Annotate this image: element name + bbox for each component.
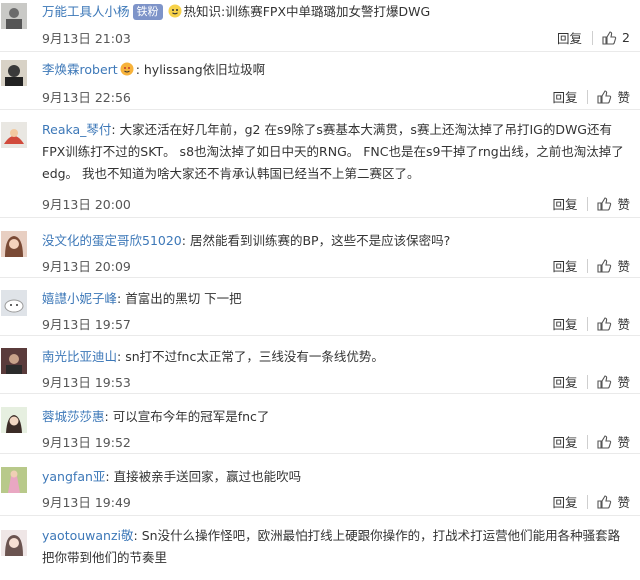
like-label: 赞 [617, 317, 630, 332]
divider [587, 258, 589, 273]
avatar[interactable] [1, 348, 27, 374]
avatar[interactable] [1, 290, 27, 316]
reply-button[interactable]: 回复 [552, 314, 577, 333]
thumbs-up-icon [597, 258, 612, 273]
like-label: 赞 [617, 90, 630, 105]
avatar[interactable] [1, 530, 27, 556]
comment-text: 热知识:训练赛FPX中单璐璐加女警打爆DWG [183, 4, 431, 19]
comment-time: 9月13日 19:49 [42, 495, 131, 510]
username[interactable]: 没文化的蛋定哥欣51020 [42, 233, 182, 248]
username[interactable]: 蓉城莎莎惠 [42, 409, 105, 424]
like-button[interactable]: 赞 [596, 87, 630, 106]
like-button[interactable]: 2 [601, 30, 630, 46]
avatar[interactable] [1, 467, 27, 493]
comment-item: 蓉城莎莎惠: 可以宣布今年的冠军是fnc了 9月13日 19:52 回复 赞 [0, 394, 640, 454]
comment-time: 9月13日 21:03 [42, 31, 131, 46]
comment-text: 首富出的黑切 下一把 [125, 291, 242, 306]
reply-button[interactable]: 回复 [552, 87, 577, 106]
username[interactable]: 李焕霖robert [42, 62, 118, 77]
divider [587, 374, 589, 389]
thumbs-up-icon [597, 89, 612, 104]
comment-text: hylissang依旧垃圾啊 [143, 62, 266, 77]
reply-button[interactable]: 回复 [552, 432, 577, 451]
comment-item: 李焕霖robert: hylissang依旧垃圾啊 9月13日 22:56 回复… [0, 52, 640, 110]
divider [592, 30, 594, 45]
comment-time: 9月13日 20:00 [42, 197, 131, 212]
comment-item: 万能工具人小杨 铁粉 热知识:训练赛FPX中单璐璐加女警打爆DWG 9月13日 21… [0, 0, 640, 52]
comment-item: yaotouwanzi敬: Sn没什么操作怪吧，欧洲最怕打线上硬跟你操作的，打战… [0, 516, 640, 580]
reply-button[interactable]: 回复 [557, 28, 582, 47]
like-button[interactable]: 赞 [596, 492, 630, 511]
comment-text: 可以宣布今年的冠军是fnc了 [112, 409, 270, 424]
reply-button[interactable]: 回复 [552, 256, 577, 275]
username[interactable]: yaotouwanzi敬 [42, 528, 134, 543]
divider [587, 89, 589, 104]
comment-item: 嬉譿小妮子峰: 首富出的黑切 下一把 9月13日 19:57 回复 赞 [0, 278, 640, 336]
like-button[interactable]: 赞 [596, 194, 630, 213]
like-label: 赞 [617, 375, 630, 390]
username[interactable]: 南光比亚迪山 [42, 349, 117, 364]
comment-text: sn打不过fnc太正常了，三线没有一条线优势。 [125, 349, 384, 364]
like-label: 赞 [617, 435, 630, 450]
smiley-emoji-icon [120, 61, 134, 76]
divider [587, 196, 589, 211]
comment-time: 9月13日 19:53 [42, 375, 131, 390]
divider [587, 434, 589, 449]
like-button[interactable]: 赞 [596, 432, 630, 451]
comment-item: 南光比亚迪山: sn打不过fnc太正常了，三线没有一条线优势。 9月13日 19… [0, 336, 640, 394]
fan-badge: 铁粉 [132, 4, 163, 20]
comment-time: 9月13日 19:57 [42, 317, 131, 332]
like-label: 赞 [617, 259, 630, 274]
username[interactable]: Reaka_琴付 [42, 122, 111, 137]
thumbs-up-icon [602, 30, 617, 45]
thumbs-up-icon [597, 494, 612, 509]
reply-button[interactable]: 回复 [552, 194, 577, 213]
like-count: 2 [622, 30, 630, 45]
avatar[interactable] [1, 60, 27, 86]
comment-item: Reaka_琴付: 大家还活在好几年前，g2 在s9除了s赛基本大满贯，s赛上还… [0, 110, 640, 218]
username[interactable]: yangfan亚 [42, 469, 105, 484]
comment-time: 9月13日 19:52 [42, 435, 131, 450]
divider [587, 316, 589, 331]
reply-button[interactable]: 回复 [552, 492, 577, 511]
comment-item: yangfan亚: 直接被亲手送回家，赢过也能吹吗 9月13日 19:49 回复… [0, 454, 640, 516]
divider [587, 494, 589, 509]
like-button[interactable]: 赞 [596, 314, 630, 333]
like-button[interactable]: 赞 [596, 372, 630, 391]
comment-text: 居然能看到训练赛的BP，这些不是应该保密吗? [189, 233, 451, 248]
thumbs-up-icon [597, 316, 612, 331]
avatar[interactable] [1, 231, 27, 257]
reply-button[interactable]: 回复 [552, 372, 577, 391]
avatar[interactable] [1, 122, 27, 148]
thumbs-up-icon [597, 196, 612, 211]
username[interactable]: 嬉譿小妮子峰 [42, 291, 117, 306]
avatar[interactable] [1, 3, 27, 29]
thumbs-up-icon [597, 434, 612, 449]
comment-time: 9月13日 20:09 [42, 259, 131, 274]
username[interactable]: 万能工具人小杨 [42, 4, 130, 19]
like-button[interactable]: 赞 [596, 256, 630, 275]
like-label: 赞 [617, 495, 630, 510]
thumbs-up-icon [597, 374, 612, 389]
avatar[interactable] [1, 407, 27, 433]
comment-time: 9月13日 22:56 [42, 90, 131, 105]
smiley-emoji-icon [168, 3, 182, 18]
comment-text: 大家还活在好几年前，g2 在s9除了s赛基本大满贯，s赛上还淘汰掉了吊打IG的D… [42, 122, 624, 181]
comment-list: 万能工具人小杨 铁粉 热知识:训练赛FPX中单璐璐加女警打爆DWG 9月13日 21… [0, 0, 640, 580]
like-label: 赞 [617, 197, 630, 212]
comment-text: 直接被亲手送回家，赢过也能吹吗 [113, 469, 302, 484]
comment-item: 没文化的蛋定哥欣51020: 居然能看到训练赛的BP，这些不是应该保密吗? 9月… [0, 218, 640, 278]
